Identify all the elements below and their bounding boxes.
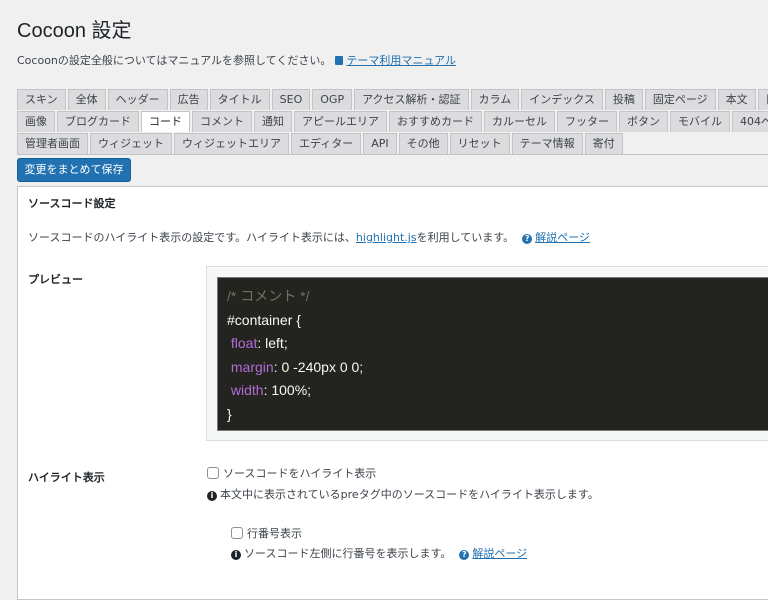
settings-panel: ソースコード設定 ソースコードのハイライト表示の設定です。ハイライト表示には、h… (17, 186, 768, 600)
tab-row2-6[interactable]: おすすめカード (389, 111, 482, 132)
code-value: : left; (257, 335, 288, 351)
tab-row-2: 画像 ブログカード コード コメント 通知 アピールエリア おすすめカード カルーセル フッター… (17, 111, 768, 132)
highlight-checkbox[interactable] (207, 467, 219, 479)
tab-row1-8[interactable]: カラム (470, 89, 520, 110)
tab-row1-6[interactable]: OGP (312, 89, 353, 110)
intro-text: Cocoonの設定全般についてはマニュアルを参照してください。 テーマ利用マニュア… (17, 52, 456, 68)
code-comment: /* コメント */ (227, 288, 310, 304)
tab-row2-10[interactable]: モバイル (670, 111, 730, 132)
manual-link-label: テーマ利用マニュアル (346, 54, 457, 67)
help-link[interactable]: 解説ページ (535, 231, 590, 244)
tab-row-3: 管理者画面 ウィジェット ウィジェットエリア エディター API その他 リセット テーマ情報… (17, 133, 623, 154)
tab-row3-8[interactable]: 寄付 (584, 133, 623, 154)
panel-description: ソースコードのハイライト表示の設定です。ハイライト表示には、highlight.… (28, 229, 590, 245)
page-title: Cocoon 設定 (17, 20, 132, 42)
preview-label: プレビュー (28, 273, 83, 286)
tab-row-1: スキン 全体 ヘッダー 広告 タイトル SEO OGP アクセス解析・認証 カラム インデックス投… (17, 89, 768, 110)
lineno-help-link[interactable]: 解説ページ (472, 547, 527, 560)
code-selector: #container { (227, 311, 301, 328)
info-icon: i (207, 491, 217, 501)
lineno-checkbox[interactable] (231, 527, 243, 539)
code-close: } (227, 405, 232, 422)
tab-row2-4[interactable]: 通知 (254, 111, 292, 132)
desc-text-after: を利用しています。 (416, 231, 515, 244)
code-line: margin: 0 -240px 0 0; (227, 356, 764, 380)
panel-title: ソースコード設定 (28, 197, 116, 210)
tab-row2-9[interactable]: ボタン (619, 111, 668, 132)
tab-row2-5[interactable]: アピールエリア (294, 111, 387, 132)
lineno-checkbox-label: 行番号表示 (247, 527, 302, 540)
tab-row3-0[interactable]: 管理者画面 (17, 133, 88, 154)
tab-row3-6[interactable]: リセット (449, 133, 510, 154)
tab-row2-2[interactable]: コード (141, 111, 190, 132)
tab-row1-1[interactable]: 全体 (67, 89, 106, 110)
tab-row1-0[interactable]: スキン (17, 89, 66, 110)
tab-row1-4[interactable]: タイトル (209, 89, 270, 110)
manual-link[interactable]: テーマ利用マニュアル (331, 54, 456, 67)
save-all-button[interactable]: 変更をまとめて保存 (17, 158, 131, 182)
lineno-note-text: ソースコード左側に行番号を表示します。 (244, 547, 452, 560)
tab-row1-7[interactable]: アクセス解析・認証 (354, 89, 469, 110)
tab-row1-12[interactable]: 本文 (717, 89, 756, 110)
tab-divider (17, 154, 768, 155)
tab-row2-1[interactable]: ブログカード (57, 111, 139, 132)
intro-label: Cocoonの設定全般についてはマニュアルを参照してください。 (17, 54, 332, 67)
tab-row2-7[interactable]: カルーセル (484, 111, 555, 132)
code-property: float (230, 335, 258, 351)
code-value: : 100%; (263, 382, 312, 398)
help-icon: ? (459, 550, 470, 560)
code-preview: /* コメント */ #container { float: left; marg… (206, 266, 768, 441)
tab-row2-3[interactable]: コメント (192, 111, 252, 132)
desc-text: ソースコードのハイライト表示の設定です。ハイライト表示には、 (28, 231, 356, 244)
tab-row3-3[interactable]: エディター (291, 133, 362, 154)
tab-row1-11[interactable]: 固定ページ (644, 89, 716, 110)
code-property: margin (230, 358, 274, 375)
tab-row1-2[interactable]: ヘッダー (107, 89, 168, 110)
tab-row3-7[interactable]: テーマ情報 (511, 133, 583, 154)
highlightjs-link[interactable]: highlight.js (356, 231, 417, 244)
tab-row1-9[interactable]: インデックス (521, 89, 603, 110)
book-icon (335, 56, 344, 65)
highlight-checkbox-label: ソースコードをハイライト表示 (223, 467, 377, 480)
tab-row2-0[interactable]: 画像 (17, 111, 55, 132)
tab-row1-5[interactable]: SEO (271, 89, 311, 110)
tab-row3-4[interactable]: API (363, 133, 397, 154)
tab-row2-8[interactable]: フッター (557, 111, 617, 132)
tab-row3-5[interactable]: その他 (398, 133, 448, 154)
code-block: /* コメント */ #container { float: left; marg… (217, 277, 768, 431)
tab-row1-3[interactable]: 広告 (169, 89, 208, 110)
highlight-note: i 本文中に表示されているpreタグ中のソースコードをハイライト表示します。 (207, 486, 599, 502)
help-icon: ? (522, 234, 533, 244)
code-line: width: 100%; (227, 379, 764, 403)
tab-row2-11[interactable]: 404ページ (732, 111, 768, 132)
code-value: : 0 -240px 0 0; (273, 358, 364, 375)
highlight-option[interactable]: ソースコードをハイライト表示 (207, 465, 376, 481)
lineno-option[interactable]: 行番号表示 (231, 525, 302, 541)
tab-row3-2[interactable]: ウィジェットエリア (174, 133, 289, 154)
tab-row1-10[interactable]: 投稿 (604, 89, 643, 110)
highlight-label: ハイライト表示 (28, 471, 105, 484)
code-line: float: left; (227, 332, 764, 356)
code-property: width (230, 382, 264, 398)
tab-row3-1[interactable]: ウィジェット (90, 133, 172, 154)
tab-row1-13[interactable]: 目次 (757, 89, 768, 110)
lineno-note: i ソースコード左側に行番号を表示します。? 解説ページ (231, 545, 527, 561)
info-icon: i (231, 550, 241, 560)
highlight-note-text: 本文中に表示されているpreタグ中のソースコードをハイライト表示します。 (220, 488, 599, 501)
